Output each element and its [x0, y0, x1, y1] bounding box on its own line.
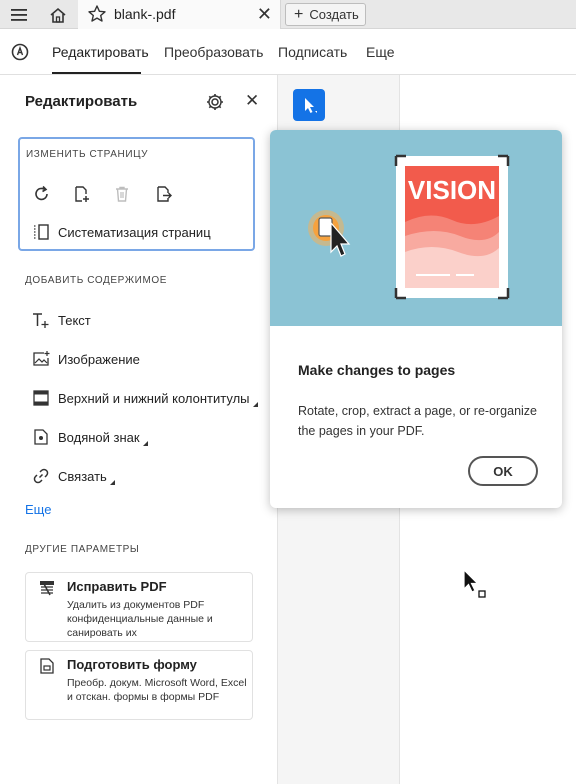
nav-convert[interactable]: Преобразовать	[164, 44, 263, 60]
link-icon	[32, 467, 50, 485]
redact-icon	[38, 579, 56, 597]
acrobat-logo-icon[interactable]	[11, 43, 29, 61]
watermark-button[interactable]: Водяной знак	[32, 428, 148, 446]
prepare-form-icon	[38, 657, 56, 675]
link-label: Связать	[58, 468, 107, 484]
vision-text: VISION	[408, 175, 496, 205]
onboarding-popover: VISION Make changes to pages Rotate, cro…	[270, 130, 562, 508]
nav-sign[interactable]: Подписать	[278, 44, 347, 60]
prepare-form-desc: Преобр. докум. Microsoft Word, Excel и о…	[67, 677, 247, 703]
image-icon	[32, 350, 50, 368]
other-options-label: ДРУГИЕ ПАРАМЕТРЫ	[25, 544, 140, 555]
watermark-icon	[32, 428, 50, 446]
submenu-corner-icon	[142, 440, 148, 446]
prepare-form-title: Подготовить форму	[67, 657, 197, 672]
settings-gear-icon[interactable]	[205, 92, 225, 112]
redact-pdf-title: Исправить PDF	[67, 579, 167, 594]
cursor-arrow-icon	[305, 98, 317, 113]
submenu-corner-icon	[252, 401, 258, 407]
close-panel-icon[interactable]: ✕	[245, 91, 259, 111]
create-button-label: Создать	[309, 7, 359, 22]
delete-page-icon	[112, 184, 132, 204]
nav-more[interactable]: Еще	[366, 44, 395, 60]
mouse-pointer-icon	[462, 568, 488, 601]
redact-pdf-desc: Удалить из документов PDF конфиденциальн…	[67, 599, 213, 639]
more-link[interactable]: Еще	[25, 502, 51, 517]
popover-description: Rotate, crop, extract a page, or re-orga…	[298, 404, 538, 438]
header-footer-button[interactable]: Верхний и нижний колонтитулы	[32, 389, 258, 407]
active-tab-indicator	[52, 72, 141, 74]
organize-pages-icon	[32, 223, 50, 241]
hamburger-menu-icon[interactable]	[8, 4, 30, 26]
select-tool-button[interactable]	[293, 89, 325, 121]
add-image-button[interactable]: Изображение	[32, 350, 140, 368]
change-page-section: ИЗМЕНИТЬ СТРАНИЦУ Систематизация страниц	[18, 137, 255, 251]
plus-icon: +	[294, 5, 304, 23]
popover-title: Make changes to pages	[298, 362, 456, 378]
insert-page-icon[interactable]	[72, 184, 92, 204]
create-button[interactable]: + Создать	[285, 3, 366, 26]
panel-title: Редактировать	[25, 93, 138, 110]
star-icon[interactable]	[86, 3, 108, 25]
submenu-corner-icon	[109, 479, 115, 485]
tab-title: blank-.pdf	[114, 6, 176, 22]
tab-bar: blank-.pdf ✕ + Создать	[0, 0, 576, 29]
header-footer-label: Верхний и нижний колонтитулы	[58, 390, 250, 406]
organize-pages-label: Систематизация страниц	[58, 224, 211, 240]
extract-page-icon[interactable]	[154, 184, 174, 204]
rotate-icon[interactable]	[32, 184, 52, 204]
add-image-label: Изображение	[58, 351, 140, 367]
document-tab[interactable]: blank-.pdf ✕	[78, 0, 281, 29]
home-icon[interactable]	[47, 4, 69, 26]
edit-panel: Редактировать ✕ ИЗМЕНИТЬ СТРАНИЦУ Систем…	[0, 75, 278, 784]
nav-edit[interactable]: Редактировать	[52, 44, 149, 60]
top-nav: Редактировать Преобразовать Подписать Ещ…	[0, 29, 576, 75]
header-footer-icon	[32, 389, 50, 407]
add-text-button[interactable]: Текст	[32, 311, 91, 329]
close-tab-icon[interactable]: ✕	[257, 4, 272, 24]
prepare-form-card[interactable]: Подготовить форму Преобр. докум. Microso…	[25, 650, 253, 720]
add-text-label: Текст	[58, 312, 91, 328]
popover-illustration: VISION	[270, 130, 562, 326]
add-content-label: ДОБАВИТЬ СОДЕРЖИМОЕ	[25, 275, 168, 286]
ok-button[interactable]: OK	[468, 456, 538, 486]
watermark-label: Водяной знак	[58, 429, 140, 445]
organize-pages-button[interactable]: Систематизация страниц	[32, 223, 211, 241]
redact-pdf-card[interactable]: Исправить PDF Удалить из документов PDF …	[25, 572, 253, 642]
text-icon	[32, 311, 50, 329]
change-page-label: ИЗМЕНИТЬ СТРАНИЦУ	[26, 149, 149, 160]
link-button[interactable]: Связать	[32, 467, 115, 485]
